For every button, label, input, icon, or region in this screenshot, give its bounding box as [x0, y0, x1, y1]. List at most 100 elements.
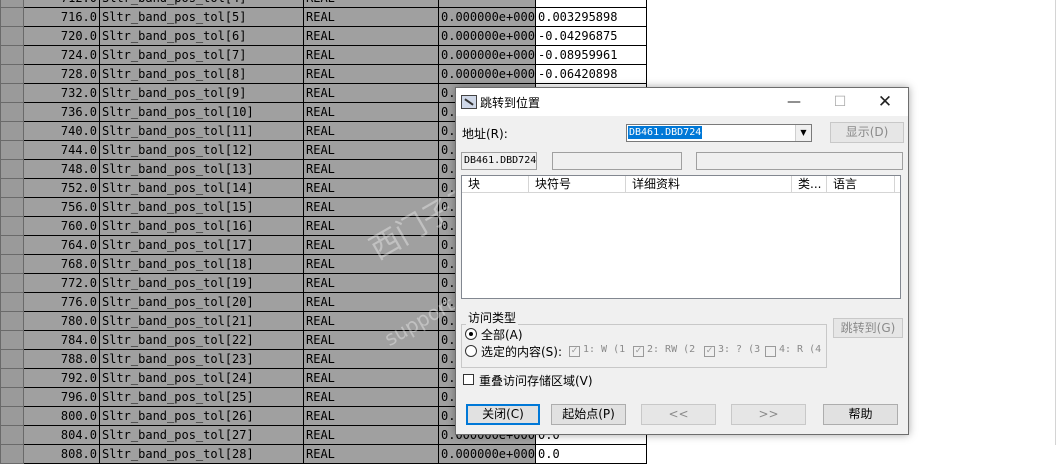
column-detail[interactable]: 详细资料	[626, 176, 792, 192]
row-gutter	[0, 444, 24, 464]
address-cell: 732.0	[23, 83, 100, 103]
name-cell: Sltr_band_pos_tol[17]	[99, 235, 304, 255]
name-cell: Sltr_band_pos_tol[11]	[99, 121, 304, 141]
title-bar[interactable]: 跳转到位置 — ☐ ✕	[456, 88, 908, 116]
table-row[interactable]: 716.0 Sltr_band_pos_tol[5] REAL 0.000000e+0…	[0, 7, 1056, 27]
next-button[interactable]: >>	[731, 404, 806, 425]
row-gutter	[0, 273, 24, 293]
close-icon[interactable]: ✕	[862, 88, 908, 116]
minimize-icon[interactable]: —	[771, 88, 817, 116]
name-cell: Sltr_band_pos_tol[10]	[99, 102, 304, 122]
radio-all-label: 全部(A)	[481, 328, 523, 342]
name-cell: Sltr_band_pos_tol[28]	[99, 444, 304, 464]
type-cell: REAL	[303, 444, 439, 464]
row-gutter	[0, 235, 24, 255]
type-cell: REAL	[303, 387, 439, 407]
address-cell: 784.0	[23, 330, 100, 350]
name-cell: Sltr_band_pos_tol[23]	[99, 349, 304, 369]
checkbox-w-label: 1: W (1	[583, 344, 626, 355]
actual-value-cell[interactable]: -0.04296875	[535, 26, 647, 46]
row-gutter	[0, 425, 24, 445]
address-cell: 752.0	[23, 178, 100, 198]
row-gutter	[0, 178, 24, 198]
table-row[interactable]: 712.0Sltr_band_pos_tol[4]REAL	[0, 0, 1056, 8]
actual-value-cell[interactable]: -0.08959961	[535, 45, 647, 65]
type-cell: REAL	[303, 254, 439, 274]
help-button[interactable]: 帮助	[823, 404, 898, 425]
chevron-down-icon[interactable]: ▼	[795, 125, 811, 141]
column-language[interactable]: 语言	[827, 176, 895, 192]
type-cell: REAL	[303, 64, 439, 84]
table-row[interactable]: 808.0 Sltr_band_pos_tol[28] REAL 0.000000e+…	[0, 444, 1056, 464]
column-type[interactable]: 类...	[792, 176, 827, 192]
row-gutter	[0, 406, 24, 426]
initial-value-cell	[438, 0, 536, 8]
address-cell: 776.0	[23, 292, 100, 312]
address-cell: 720.0	[23, 26, 100, 46]
detail-field	[696, 152, 903, 170]
name-cell: Sltr_band_pos_tol[7]	[99, 45, 304, 65]
show-button[interactable]: 显示(D)	[830, 122, 904, 143]
maximize-icon: ☐	[833, 94, 847, 110]
address-cell: 764.0	[23, 235, 100, 255]
checkbox-unknown[interactable]	[704, 346, 715, 357]
initial-value-cell: 0.000000e+000	[438, 26, 536, 46]
app-icon	[461, 95, 477, 109]
name-cell: Sltr_band_pos_tol[25]	[99, 387, 304, 407]
address-cell: 756.0	[23, 197, 100, 217]
address-cell: 724.0	[23, 45, 100, 65]
actual-value-cell[interactable]	[535, 0, 647, 8]
name-cell: Sltr_band_pos_tol[15]	[99, 197, 304, 217]
radio-selected[interactable]	[465, 345, 477, 357]
address-cell: 760.0	[23, 216, 100, 236]
result-list[interactable]: 块 块符号 详细资料 类... 语言	[461, 175, 901, 299]
prev-button[interactable]: <<	[641, 404, 716, 425]
address-cell: 736.0	[23, 102, 100, 122]
block-field: DB461.DBD724	[461, 152, 537, 170]
overlap-label: 重叠访问存储区域(V)	[479, 374, 593, 388]
filler-cell	[646, 444, 1056, 464]
start-point-button[interactable]: 起始点(P)	[551, 404, 626, 425]
close-button[interactable]: 关闭(C)	[466, 404, 540, 425]
row-gutter	[0, 330, 24, 350]
checkbox-w[interactable]	[569, 346, 580, 357]
name-cell: Sltr_band_pos_tol[6]	[99, 26, 304, 46]
row-gutter	[0, 7, 24, 27]
row-gutter	[0, 45, 24, 65]
type-cell: REAL	[303, 178, 439, 198]
actual-value-cell[interactable]: 0.0	[535, 444, 647, 464]
type-cell: REAL	[303, 406, 439, 426]
column-block-symbol[interactable]: 块符号	[529, 176, 626, 192]
name-cell: Sltr_band_pos_tol[19]	[99, 273, 304, 293]
type-cell: REAL	[303, 292, 439, 312]
actual-value-cell[interactable]: 0.003295898	[535, 7, 647, 27]
row-gutter	[0, 216, 24, 236]
type-cell: REAL	[303, 311, 439, 331]
address-value[interactable]: DB461.DBD724	[628, 126, 703, 139]
address-cell: 796.0	[23, 387, 100, 407]
table-row[interactable]: 720.0 Sltr_band_pos_tol[6] REAL 0.000000e+0…	[0, 26, 1056, 46]
radio-all[interactable]	[465, 328, 477, 340]
name-cell: Sltr_band_pos_tol[18]	[99, 254, 304, 274]
row-gutter	[0, 102, 24, 122]
type-cell: REAL	[303, 197, 439, 217]
row-gutter	[0, 0, 24, 8]
table-row[interactable]: 724.0 Sltr_band_pos_tol[7] REAL 0.000000e+0…	[0, 45, 1056, 65]
address-cell: 716.0	[23, 7, 100, 27]
initial-value-cell: 0.000000e+000	[438, 7, 536, 27]
address-combobox[interactable]: DB461.DBD724 ▼	[626, 124, 812, 142]
type-cell: REAL	[303, 0, 439, 8]
goto-button[interactable]: 跳转到(G)	[833, 318, 903, 338]
goto-location-dialog: 跳转到位置 — ☐ ✕ 地址(R): DB461.DBD724 ▼ 显示(D) …	[455, 87, 909, 435]
actual-value-cell[interactable]: -0.06420898	[535, 64, 647, 84]
name-cell: Sltr_band_pos_tol[16]	[99, 216, 304, 236]
checkbox-rw[interactable]	[633, 346, 644, 357]
type-cell: REAL	[303, 102, 439, 122]
address-cell: 780.0	[23, 311, 100, 331]
column-block[interactable]: 块	[462, 176, 529, 192]
row-gutter	[0, 292, 24, 312]
overlap-checkbox[interactable]	[463, 374, 474, 385]
name-cell: Sltr_band_pos_tol[4]	[99, 0, 304, 8]
table-row[interactable]: 728.0 Sltr_band_pos_tol[8] REAL 0.000000e+0…	[0, 64, 1056, 84]
checkbox-r[interactable]	[765, 346, 776, 357]
